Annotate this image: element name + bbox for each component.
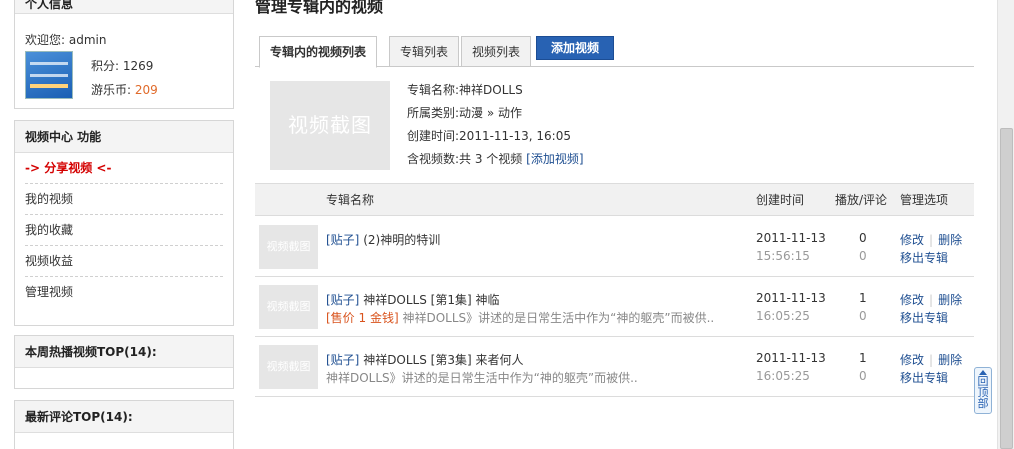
edit-link[interactable]: 修改 — [900, 293, 924, 307]
video-date: 2011-11-13 — [756, 291, 826, 305]
album-category: 动漫 » 动作 — [459, 106, 523, 120]
video-plays: 1 — [859, 351, 867, 365]
points-value: 1269 — [122, 59, 154, 73]
video-time: 15:56:15 — [756, 249, 810, 263]
scrollbar-thumb[interactable] — [1000, 128, 1013, 449]
video-title-text[interactable]: (2)神明的特训 — [359, 233, 440, 247]
video-thumbnail[interactable]: 视频截图 — [259, 345, 318, 389]
delete-link[interactable]: 删除 — [938, 353, 962, 367]
welcome-label: 欢迎您: — [25, 33, 66, 47]
album-thumbnail: 视频截图 — [270, 81, 390, 170]
video-center-menu: -> 分享视频 <- 我的视频 我的收藏 视频收益 管理视频 — [15, 153, 233, 308]
menu-item-video-earnings[interactable]: 视频收益 — [25, 246, 223, 277]
menu-item-my-favorites[interactable]: 我的收藏 — [25, 215, 223, 246]
username: admin — [68, 33, 107, 47]
video-price: [售价 1 金钱] — [326, 311, 399, 325]
coins-info: 游乐币: 209 — [91, 81, 158, 98]
row-ops: 修改 | 删除 — [900, 353, 963, 367]
page-title: 管理专辑内的视频 — [255, 0, 384, 16]
video-plays: 1 — [859, 291, 867, 305]
avatar[interactable] — [25, 51, 73, 99]
album-count-label: 含视频数: — [407, 152, 460, 166]
album-created: 2011-11-13, 16:05 — [459, 129, 571, 143]
edit-link[interactable]: 修改 — [900, 233, 924, 247]
album-created-row: 创建时间:2011-11-13, 16:05 — [407, 125, 571, 148]
video-desc-text: 神祥DOLLS》讲述的是日常生活中作为“神的躯壳”而被供.. — [398, 311, 715, 325]
album-name-label: 专辑名称: — [407, 83, 460, 97]
points-label: 积分: — [91, 59, 120, 73]
video-tag[interactable]: [贴子] — [326, 293, 359, 307]
row-ops: 修改 | 删除 — [900, 293, 963, 307]
menu-item-share-video[interactable]: -> 分享视频 <- — [25, 153, 223, 184]
menu-item-my-videos[interactable]: 我的视频 — [25, 184, 223, 215]
album-count-row: 含视频数:共 3 个视频 [添加视频] — [407, 148, 584, 171]
remove-from-album-link[interactable]: 移出专辑 — [900, 309, 948, 326]
video-date: 2011-11-13 — [756, 231, 826, 245]
video-plays: 0 — [859, 231, 867, 245]
video-comments: 0 — [859, 249, 867, 263]
add-video-button[interactable]: 添加视频 — [536, 36, 615, 60]
column-name: 专辑名称 — [326, 193, 375, 207]
video-center-panel: 视频中心 功能 -> 分享视频 <- 我的视频 我的收藏 视频收益 管理视频 — [14, 120, 234, 326]
tab-video-list[interactable]: 视频列表 — [461, 36, 532, 67]
delete-link[interactable]: 删除 — [938, 293, 962, 307]
points-info: 积分: 1269 — [91, 57, 153, 74]
album-category-label: 所属类别: — [407, 106, 460, 120]
video-title[interactable]: [贴子] 神祥DOLLS [第1集] 神临 — [326, 291, 500, 308]
remove-from-album-link[interactable]: 移出专辑 — [900, 369, 948, 386]
latest-comments-title: 最新评论TOP(14): — [15, 401, 233, 433]
edit-link[interactable]: 修改 — [900, 353, 924, 367]
video-comments: 0 — [859, 309, 867, 323]
table-row: 视频截图 [贴子] 神祥DOLLS [第3集] 来者何人 神祥DOLLS》讲述的… — [255, 337, 974, 397]
weekly-hot-panel: 本周热播视频TOP(14): — [14, 335, 234, 389]
list-header: 专辑名称 创建时间 播放/评论 管理选项 — [255, 183, 974, 216]
delete-link[interactable]: 删除 — [938, 233, 962, 247]
column-created: 创建时间 — [756, 193, 805, 207]
column-plays: 播放/评论 — [835, 193, 888, 207]
video-date: 2011-11-13 — [756, 351, 826, 365]
vertical-scrollbar[interactable] — [997, 0, 1014, 449]
video-thumbnail[interactable]: 视频截图 — [259, 225, 318, 269]
latest-comments-panel: 最新评论TOP(14): — [14, 400, 234, 449]
video-desc-text: 神祥DOLLS》讲述的是日常生活中作为“神的躯壳”而被供.. — [326, 371, 638, 385]
album-name: 神祥DOLLS — [459, 83, 523, 97]
video-title[interactable]: [贴子] (2)神明的特训 — [326, 231, 440, 248]
back-to-top-button[interactable]: 回顶部 — [974, 367, 992, 414]
profile-panel: 个人信息 欢迎您: admin 积分: 1269 游乐币: 209 — [14, 0, 234, 109]
video-description: [售价 1 金钱] 神祥DOLLS》讲述的是日常生活中作为“神的躯壳”而被供.. — [326, 309, 714, 326]
video-time: 16:05:25 — [756, 369, 810, 383]
welcome-text: 欢迎您: admin — [25, 31, 106, 48]
album-count: 共 3 个视频 — [459, 152, 523, 166]
video-center-title: 视频中心 功能 — [15, 121, 233, 153]
remove-from-album-link[interactable]: 移出专辑 — [900, 249, 948, 266]
video-description: 神祥DOLLS》讲述的是日常生活中作为“神的躯壳”而被供.. — [326, 369, 638, 386]
album-category-row: 所属类别:动漫 » 动作 — [407, 102, 522, 125]
tab-album-list[interactable]: 专辑列表 — [389, 36, 460, 67]
profile-panel-title: 个人信息 — [15, 0, 233, 14]
column-ops: 管理选项 — [900, 193, 949, 207]
menu-item-manage-videos[interactable]: 管理视频 — [25, 277, 223, 308]
video-title[interactable]: [贴子] 神祥DOLLS [第3集] 来者何人 — [326, 351, 524, 368]
back-to-top-label: 回顶部 — [977, 375, 989, 410]
video-time: 16:05:25 — [756, 309, 810, 323]
table-row: 视频截图 [贴子] (2)神明的特训 2011-11-13 15:56:15 0… — [255, 217, 974, 277]
video-thumbnail[interactable]: 视频截图 — [259, 285, 318, 329]
coins-label: 游乐币: — [91, 83, 132, 97]
tab-bar: 专辑内的视频列表 专辑列表 视频列表 添加视频 — [255, 36, 974, 68]
video-tag[interactable]: [贴子] — [326, 353, 359, 367]
video-title-text[interactable]: 神祥DOLLS [第1集] 神临 — [359, 293, 499, 307]
video-comments: 0 — [859, 369, 867, 383]
coins-value: 209 — [134, 83, 158, 97]
table-row: 视频截图 [贴子] 神祥DOLLS [第1集] 神临 [售价 1 金钱] 神祥D… — [255, 277, 974, 337]
video-title-text[interactable]: 神祥DOLLS [第3集] 来者何人 — [359, 353, 523, 367]
album-name-row: 专辑名称:神祥DOLLS — [407, 79, 523, 102]
album-created-label: 创建时间: — [407, 129, 460, 143]
album-add-video-link[interactable]: [添加视频] — [526, 152, 583, 166]
video-tag[interactable]: [贴子] — [326, 233, 359, 247]
tab-album-videos[interactable]: 专辑内的视频列表 — [259, 36, 378, 68]
weekly-hot-title: 本周热播视频TOP(14): — [15, 336, 233, 368]
row-ops: 修改 | 删除 — [900, 233, 963, 247]
